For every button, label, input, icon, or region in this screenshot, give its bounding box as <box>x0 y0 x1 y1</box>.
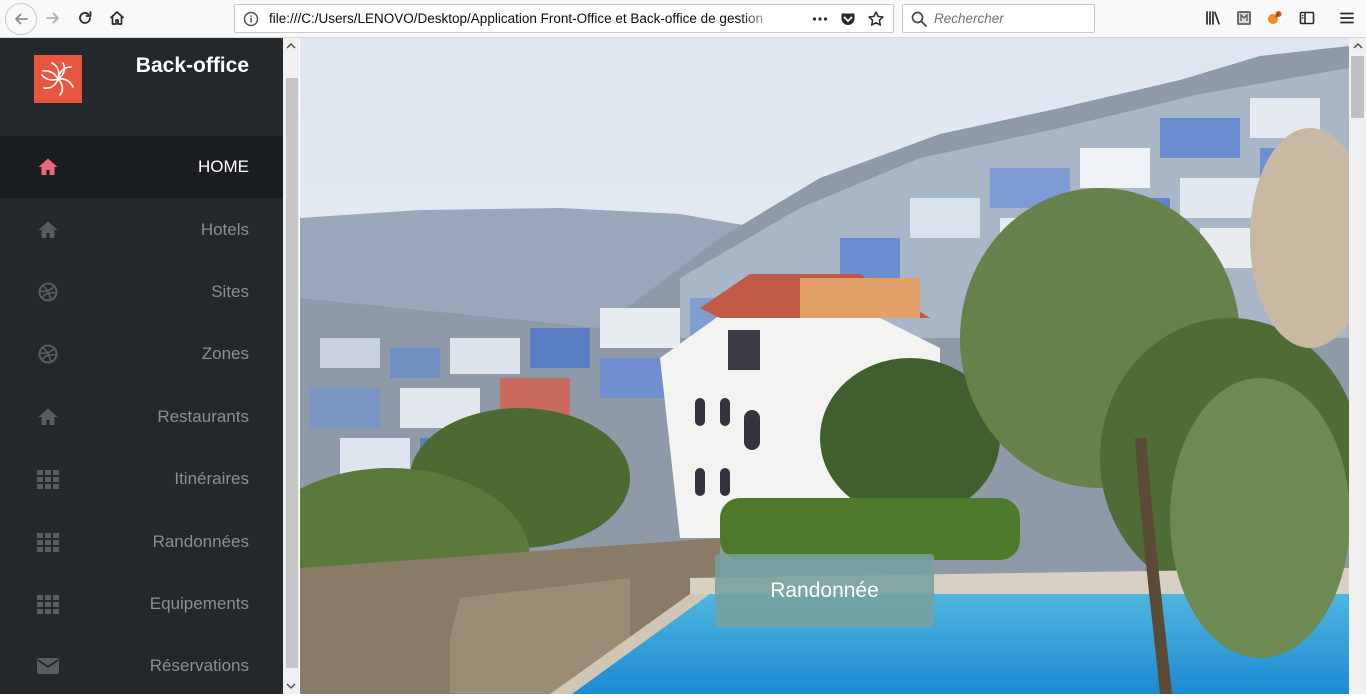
library-icon[interactable] <box>1198 4 1228 32</box>
home-icon <box>38 158 58 176</box>
sidebar-nav: HOME Hotels Sites Zones Restaurants Itin… <box>0 136 283 698</box>
search-placeholder: Rechercher <box>934 11 1004 26</box>
sidebar-item-itineraires[interactable]: Itinéraires <box>0 448 283 510</box>
sidebar-icon[interactable] <box>1292 4 1322 32</box>
sidebar-item-label: HOME <box>198 157 249 177</box>
sidebar-item-label: Réservations <box>149 656 249 676</box>
sidebar-item-equipements[interactable]: Equipements <box>0 573 283 635</box>
sidebar-item-label: Itinéraires <box>174 469 249 489</box>
grid-icon <box>37 470 59 490</box>
randonnee-button[interactable]: Randonnée <box>715 554 934 627</box>
page-scrollbar[interactable] <box>1349 38 1366 694</box>
dribbble-icon <box>38 344 58 364</box>
sidebar-item-home[interactable]: HOME <box>0 136 283 199</box>
sidebar-item-label: Equipements <box>149 593 249 613</box>
back-arrow-icon[interactable] <box>6 5 36 33</box>
page-scroll-up-arrow-icon[interactable] <box>1349 38 1366 54</box>
sidebar: Back-office HOME Hotels Sites Zones Rest… <box>0 38 283 694</box>
grid-icon <box>37 594 59 614</box>
logo[interactable] <box>34 55 82 103</box>
logo-icon <box>41 62 74 96</box>
scroll-down-arrow-icon[interactable] <box>283 678 299 694</box>
home-icon[interactable] <box>102 4 132 32</box>
page-scrollbar-thumb[interactable] <box>1351 56 1364 118</box>
pocket-icon[interactable] <box>839 10 857 28</box>
hero-image: Randonnée <box>300 38 1349 694</box>
sidebar-item-hotels[interactable]: Hotels <box>0 198 283 260</box>
search-bar[interactable]: Rechercher <box>902 4 1095 33</box>
sidebar-item-label: Sites <box>211 281 249 301</box>
sidebar-item-sites[interactable]: Sites <box>0 261 283 323</box>
reload-icon[interactable] <box>70 4 100 32</box>
brand-title: Back-office <box>135 54 249 77</box>
browser-toolbar: file:///C:/Users/LENOVO/Desktop/Applicat… <box>0 0 1366 38</box>
sidebar-item-label: Restaurants <box>157 406 249 426</box>
sidebar-item-zones[interactable]: Zones <box>0 323 283 385</box>
sidebar-item-reservations[interactable]: Réservations <box>0 635 283 697</box>
sidebar-item-label: Hotels <box>200 219 249 239</box>
sidebar-item-randonnees[interactable]: Randonnées <box>0 510 283 572</box>
home-icon <box>38 408 58 425</box>
forward-arrow-icon[interactable] <box>38 4 68 32</box>
url-text[interactable]: file:///C:/Users/LENOVO/Desktop/Applicat… <box>269 5 777 32</box>
sidebar-item-label: Zones <box>201 344 249 364</box>
address-bar[interactable]: file:///C:/Users/LENOVO/Desktop/Applicat… <box>234 4 894 33</box>
more-dots-icon[interactable] <box>811 10 829 28</box>
scroll-up-arrow-icon[interactable] <box>283 38 299 54</box>
home-icon <box>38 221 58 238</box>
info-icon[interactable] <box>243 11 259 27</box>
menu-icon[interactable] <box>1332 4 1362 32</box>
sidebar-scrollbar-thumb[interactable] <box>286 78 298 668</box>
sidebar-item-restaurants[interactable]: Restaurants <box>0 386 283 448</box>
search-icon <box>911 11 927 27</box>
grid-icon <box>37 532 59 552</box>
envelope-icon <box>37 658 59 675</box>
dribbble-icon <box>38 282 58 302</box>
extension-icon[interactable] <box>1260 4 1290 32</box>
sidebar-item-label: Randonnées <box>152 531 249 551</box>
reader-icon[interactable] <box>1229 4 1259 32</box>
bookmark-star-icon[interactable] <box>867 10 885 28</box>
